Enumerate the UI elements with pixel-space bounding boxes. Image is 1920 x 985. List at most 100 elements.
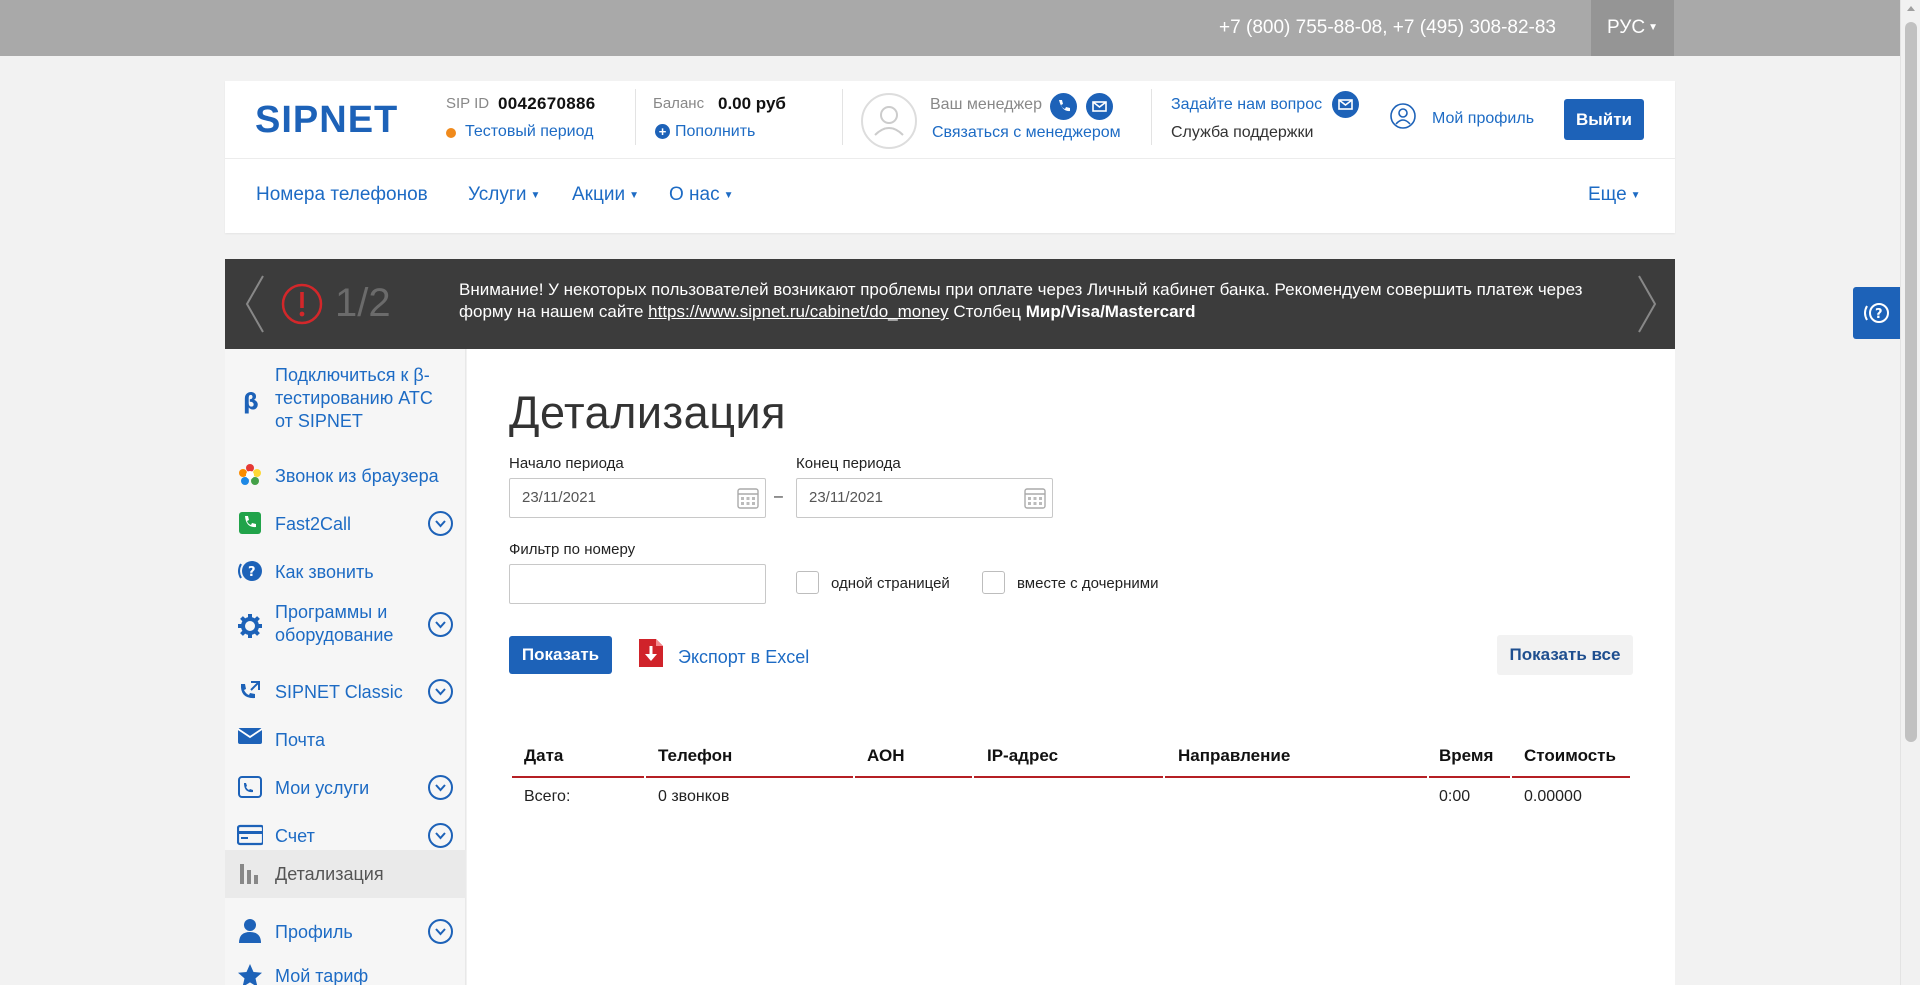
mail-icon[interactable]: [1332, 91, 1359, 118]
sidebar-item-software[interactable]: Программы и оборудование: [225, 601, 466, 649]
sidebar-item-beta[interactable]: β Подключиться к β-тестированию АТС от S…: [225, 364, 466, 436]
my-profile-link[interactable]: Мой профиль: [1432, 110, 1534, 128]
nav-more[interactable]: Еще ▼: [1588, 184, 1641, 206]
phone-icon[interactable]: [1050, 93, 1077, 120]
one-page-label: одной страницей: [831, 575, 950, 592]
header-divider: [225, 158, 1675, 159]
manager-avatar: [861, 93, 917, 149]
chevron-left-icon[interactable]: [243, 274, 267, 334]
sidebar-item-my-tariff[interactable]: Мой тариф: [225, 961, 466, 985]
help-call-icon: ?: [238, 561, 262, 581]
expand-toggle[interactable]: [428, 919, 453, 944]
sidebar-item-label: SIPNET Classic: [275, 682, 403, 702]
number-filter-input[interactable]: [509, 564, 766, 604]
status-link[interactable]: Тестовый период: [465, 123, 593, 141]
excel-export-icon[interactable]: [638, 638, 664, 668]
sidebar-item-fast2call[interactable]: Fast2Call: [225, 505, 466, 543]
calendar-icon[interactable]: [1024, 486, 1046, 510]
balance-value: 0.00 руб: [718, 94, 786, 113]
export-excel-link[interactable]: Экспорт в Excel: [678, 647, 809, 668]
contact-manager-link[interactable]: Связаться с менеджером: [932, 124, 1121, 142]
scroll-up-icon[interactable]: [1907, 6, 1915, 11]
column-header-phone[interactable]: Телефон: [658, 746, 732, 766]
total-label: Всего:: [524, 788, 571, 805]
chevron-down-icon: [435, 621, 446, 629]
language-label: РУС: [1607, 17, 1646, 38]
with-children-label: вместе с дочерними: [1017, 575, 1159, 592]
expand-toggle[interactable]: [428, 679, 453, 704]
end-date-input[interactable]: 23/11/2021: [796, 478, 1053, 518]
svg-text:β: β: [243, 390, 259, 414]
sidebar-item-browser-call[interactable]: Звонок из браузера: [225, 457, 466, 495]
with-children-checkbox[interactable]: [982, 571, 1005, 594]
expand-toggle[interactable]: [428, 612, 453, 637]
column-header-ip[interactable]: IP-адрес: [987, 746, 1058, 766]
chevron-down-icon: [435, 832, 446, 840]
start-date-input[interactable]: 23/11/2021: [509, 478, 766, 518]
nav-promotions[interactable]: Акции ▼: [572, 184, 639, 206]
header-underline: [512, 776, 644, 778]
alert-icon: [281, 283, 323, 325]
logout-button[interactable]: Выйти: [1564, 99, 1644, 140]
announcement-text-part: Столбец: [948, 302, 1026, 321]
manager-label: Ваш менеджер: [930, 96, 1042, 113]
column-header-date[interactable]: Дата: [524, 746, 563, 766]
total-time: 0:00: [1439, 788, 1471, 805]
bar-chart-icon: [240, 864, 258, 884]
sidebar-item-profile[interactable]: Профиль: [225, 913, 466, 951]
logo[interactable]: SIPNET: [255, 99, 398, 142]
chevron-down-icon: [435, 784, 446, 792]
sidebar-item-label: Как звонить: [275, 562, 374, 582]
star-icon: [238, 964, 262, 985]
mail-icon[interactable]: [1086, 93, 1113, 120]
column-header-caller-id[interactable]: АОН: [867, 746, 905, 766]
payment-link[interactable]: https://www.sipnet.ru/cabinet/do_money: [648, 302, 949, 321]
top-bar: +7 (800) 755-88-08, +7 (495) 308-82-83 Р…: [0, 0, 1900, 56]
caret-down-icon: ▼: [723, 190, 734, 201]
sidebar-item-label: Звонок из браузера: [275, 466, 439, 486]
calendar-icon[interactable]: [737, 486, 759, 510]
divider: [635, 89, 636, 145]
svg-text:?: ?: [1875, 307, 1883, 322]
plus-icon[interactable]: +: [655, 124, 670, 139]
language-selector[interactable]: РУС ▼: [1591, 0, 1674, 56]
caret-down-icon: ▼: [530, 190, 541, 201]
status-dot-icon: [446, 128, 456, 138]
sidebar-item-my-services[interactable]: Мои услуги: [225, 769, 466, 807]
user-icon[interactable]: [1390, 103, 1416, 129]
show-button[interactable]: Показать: [509, 636, 612, 674]
column-header-direction[interactable]: Направление: [1178, 746, 1290, 766]
expand-toggle[interactable]: [428, 775, 453, 800]
balance-label: Баланс: [653, 95, 705, 112]
chevron-down-icon: [435, 928, 446, 936]
sidebar-item-how-to-call[interactable]: ? Как звонить: [225, 553, 466, 591]
header-underline: [646, 776, 853, 778]
show-all-button[interactable]: Показать все: [1497, 635, 1633, 675]
sidebar-item-sipnet-classic[interactable]: SIPNET Classic: [225, 673, 466, 711]
sidebar-item-label: Подключиться к β-тестированию АТС от SIP…: [275, 365, 433, 431]
topup-link[interactable]: Пополнить: [675, 123, 755, 141]
column-header-cost[interactable]: Стоимость: [1524, 746, 1616, 766]
nav-phone-numbers[interactable]: Номера телефонов: [256, 184, 428, 206]
chevron-right-icon[interactable]: [1635, 274, 1659, 334]
help-widget-button[interactable]: ?: [1853, 287, 1900, 339]
browser-call-icon: [239, 464, 261, 485]
phone-arrow-icon: [240, 681, 260, 699]
expand-toggle[interactable]: [428, 823, 453, 848]
scrollbar-thumb[interactable]: [1905, 22, 1917, 742]
sidebar-item-details[interactable]: Детализация: [225, 850, 466, 898]
sidebar-item-mail[interactable]: Почта: [225, 721, 466, 759]
announcement-text: Внимание! У некоторых пользователей возн…: [459, 279, 1609, 323]
column-header-time[interactable]: Время: [1439, 746, 1493, 766]
phone-green-icon: [239, 512, 261, 534]
sidebar-item-label: Fast2Call: [275, 514, 352, 534]
sidebar-item-label: Профиль: [275, 922, 353, 942]
ask-question-link[interactable]: Задайте нам вопрос: [1171, 96, 1322, 114]
nav-about[interactable]: О нас ▼: [669, 184, 734, 206]
beta-icon: β: [243, 390, 259, 414]
header-underline: [1512, 776, 1630, 778]
one-page-checkbox[interactable]: [796, 571, 819, 594]
vertical-scrollbar[interactable]: [1900, 0, 1920, 985]
expand-toggle[interactable]: [428, 511, 453, 536]
nav-services[interactable]: Услуги ▼: [468, 184, 540, 206]
